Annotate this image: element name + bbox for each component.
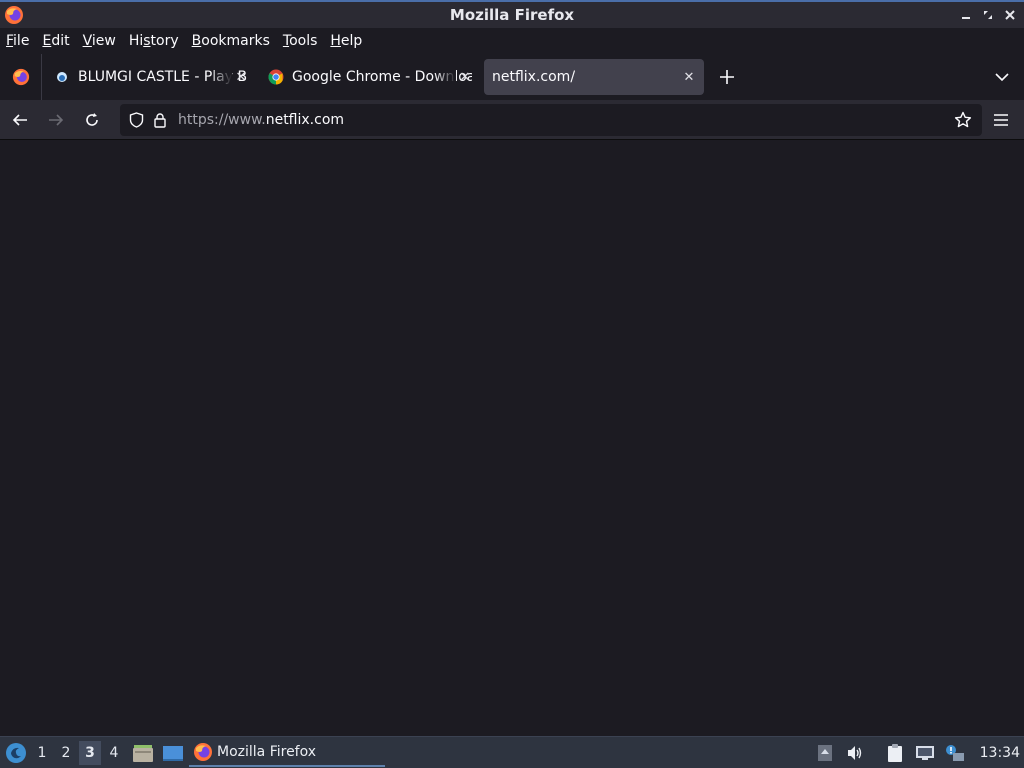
tab-blumgi-castle[interactable]: BLUMGI CASTLE - Play Blumgi Castle Onlin… [46, 59, 256, 95]
menu-bar: File Edit View History Bookmarks Tools H… [0, 28, 1024, 54]
menu-bookmarks[interactable]: Bookmarks [192, 33, 270, 49]
firefox-icon [194, 743, 212, 761]
close-window-icon[interactable] [1000, 5, 1020, 25]
url-bar[interactable]: https://www.netflix.com [120, 104, 982, 136]
chevron-down-icon [995, 73, 1009, 82]
firefox-icon [5, 6, 23, 24]
workspace-1[interactable]: 1 [31, 741, 53, 765]
firefox-view-button[interactable] [0, 54, 42, 100]
show-desktop-icon[interactable] [161, 741, 185, 765]
clock[interactable]: 13:34 [980, 745, 1020, 761]
workspace-2[interactable]: 2 [55, 741, 77, 765]
close-tab-icon[interactable]: ✕ [232, 68, 250, 86]
bookmark-star-icon[interactable] [954, 111, 972, 129]
tab-label: netflix.com/ [492, 69, 576, 85]
tab-netflix[interactable]: netflix.com/ ✕ [484, 59, 704, 95]
close-tab-icon[interactable]: ✕ [456, 68, 474, 86]
volume-icon[interactable] [844, 742, 866, 764]
desktop-taskbar: 1 2 3 4 Mozilla Firefox 13:34 [0, 736, 1024, 768]
arrow-right-icon [49, 113, 64, 126]
reload-button[interactable] [76, 104, 108, 136]
tracking-protection-shield-icon[interactable] [128, 112, 144, 128]
arrow-left-icon [12, 113, 27, 126]
blumgi-favicon-icon [57, 72, 67, 82]
plus-icon [720, 70, 734, 84]
reload-icon [86, 112, 98, 126]
window-controls [956, 5, 1020, 25]
navigation-toolbar: https://www.netflix.com [0, 100, 1024, 140]
close-tab-icon[interactable]: ✕ [680, 68, 698, 86]
distro-logo-icon [6, 742, 26, 763]
clipboard-icon[interactable] [884, 742, 906, 764]
new-tab-button[interactable] [712, 62, 742, 92]
menu-history[interactable]: History [129, 33, 179, 49]
system-tray: 13:34 [814, 737, 1024, 768]
menu-file[interactable]: File [6, 33, 29, 49]
network-icon[interactable] [914, 742, 936, 764]
update-notifier-icon[interactable] [944, 742, 966, 764]
menu-view[interactable]: View [83, 33, 116, 49]
menu-tools[interactable]: Tools [283, 33, 318, 49]
url-text[interactable]: https://www.netflix.com [178, 112, 344, 128]
workspace-3[interactable]: 3 [79, 740, 101, 765]
window-titlebar[interactable]: Mozilla Firefox [0, 0, 1024, 28]
tab-strip: BLUMGI CASTLE - Play Blumgi Castle Onlin… [0, 54, 1024, 100]
taskbar-firefox-window[interactable]: Mozilla Firefox [189, 739, 385, 767]
page-content-area[interactable] [0, 141, 1024, 735]
workspace-4[interactable]: 4 [103, 741, 125, 765]
hamburger-menu-icon [994, 114, 1008, 126]
tray-expand-icon[interactable] [814, 742, 836, 764]
forward-button[interactable] [40, 104, 72, 136]
start-menu-button[interactable] [3, 740, 29, 766]
file-manager-icon[interactable] [131, 741, 155, 765]
tab-google-chrome[interactable]: Google Chrome - Download the Fast, Secur… [260, 59, 480, 95]
menu-edit[interactable]: Edit [42, 33, 69, 49]
maximize-icon[interactable] [978, 5, 998, 25]
chrome-favicon-icon [268, 69, 284, 85]
list-all-tabs-button[interactable] [988, 63, 1016, 91]
desktop-screen: Mozilla Firefox File Edit View History B… [0, 0, 1024, 768]
minimize-icon[interactable] [956, 5, 976, 25]
firefox-view-icon [12, 68, 29, 86]
task-label: Mozilla Firefox [217, 744, 317, 760]
back-button[interactable] [4, 104, 36, 136]
menu-help[interactable]: Help [330, 33, 362, 49]
app-menu-button[interactable] [990, 109, 1012, 131]
lock-icon[interactable] [152, 112, 168, 128]
window-title: Mozilla Firefox [449, 6, 575, 24]
